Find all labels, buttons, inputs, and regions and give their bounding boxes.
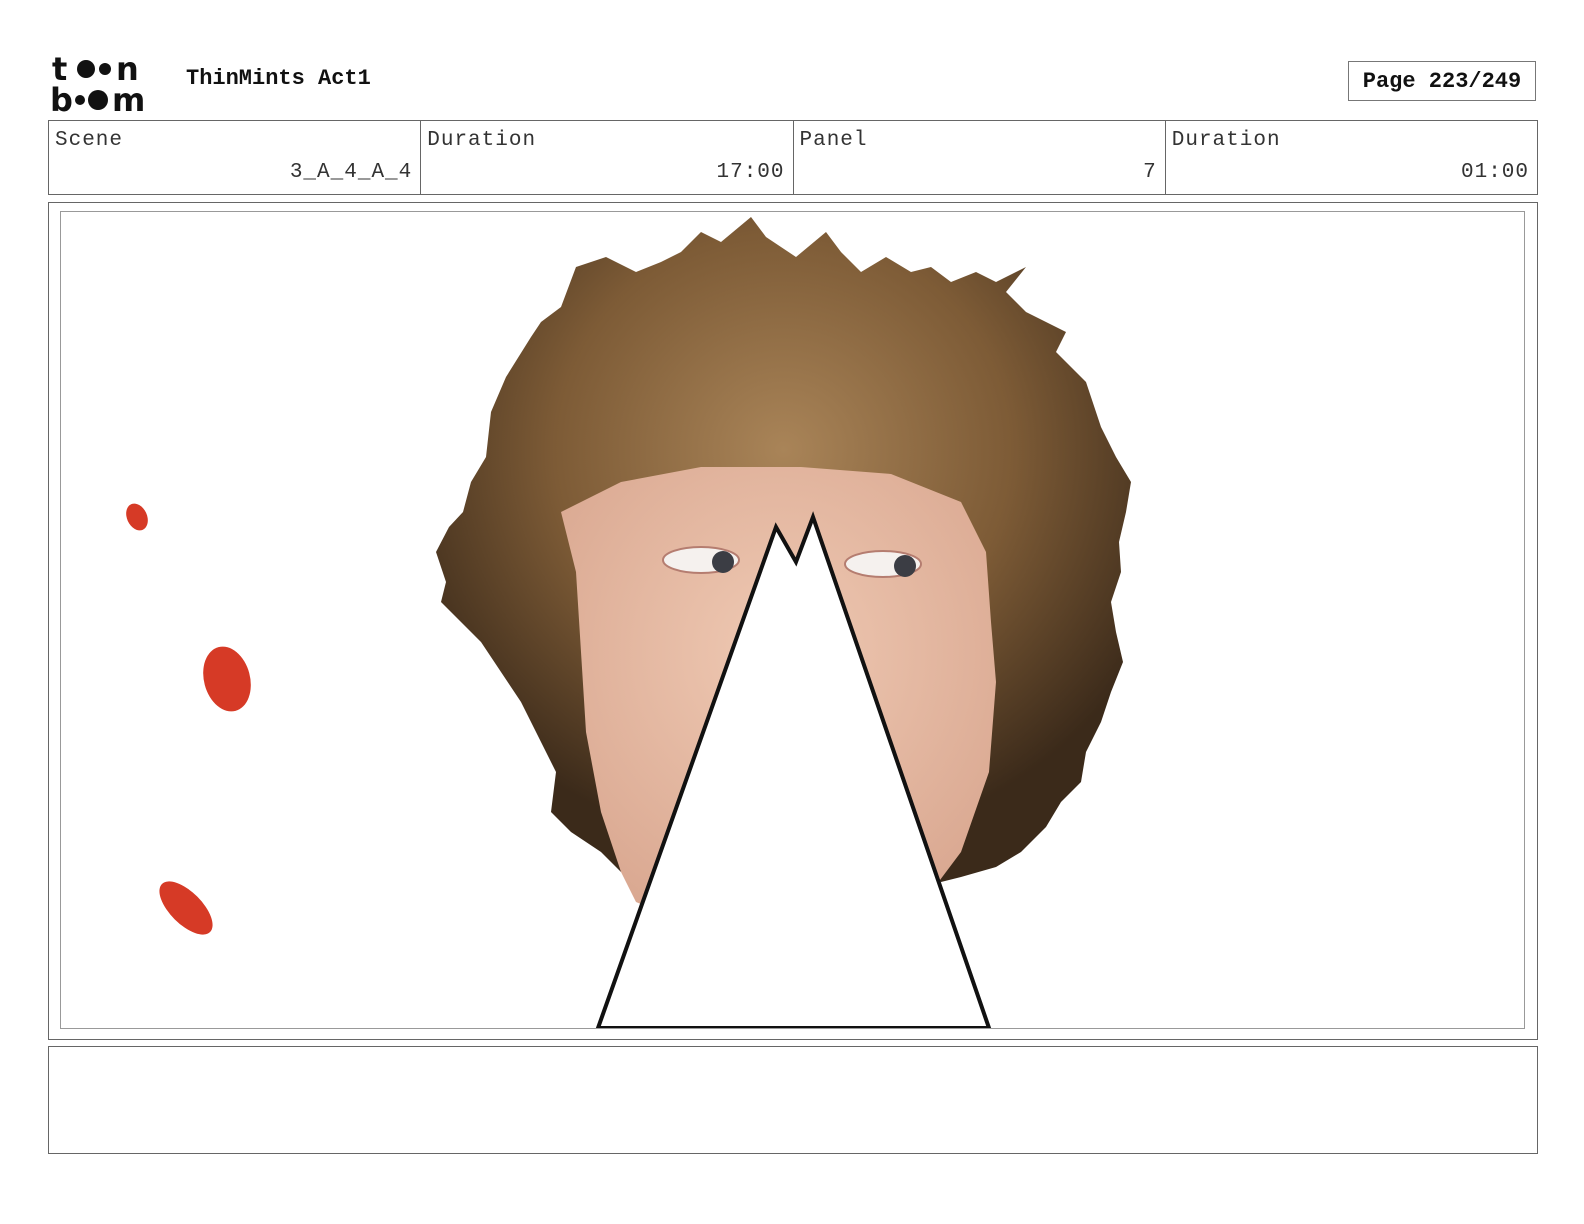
panel-value: 7 <box>1143 161 1157 184</box>
page-number: Page 223/249 <box>1348 61 1536 101</box>
panel-frame <box>48 202 1538 1040</box>
panel-duration-label: Duration <box>1171 129 1281 152</box>
scene-duration-value: 17:00 <box>716 161 785 184</box>
character-face-cutout-icon <box>126 217 1131 1028</box>
panel-cell: Panel 7 <box>794 121 1166 194</box>
scene-label: Scene <box>55 129 124 152</box>
scene-info-table: Scene 3_A_4_A_4 Duration 17:00 Panel 7 D… <box>48 120 1538 195</box>
panel-label: Panel <box>799 129 868 152</box>
scene-cell: Scene 3_A_4_A_4 <box>49 121 422 194</box>
panel-notes-box <box>48 1046 1538 1154</box>
red-blob-small <box>126 503 148 531</box>
red-blob-medium <box>203 646 251 712</box>
toon-boom-logo-icon: t n b m <box>50 50 145 114</box>
svg-text:m: m <box>112 81 145 114</box>
scene-duration-cell: Duration 17:00 <box>421 121 794 194</box>
scene-value: 3_A_4_A_4 <box>289 161 413 184</box>
panel-duration-value: 01:00 <box>1460 161 1529 184</box>
panel-duration-cell: Duration 01:00 <box>1166 121 1537 194</box>
project-title: ThinMints Act1 <box>186 66 371 91</box>
svg-text:b: b <box>50 81 73 114</box>
scene-duration-label: Duration <box>427 129 537 152</box>
red-blob-elongated <box>159 881 213 935</box>
panel-image-area <box>60 211 1525 1029</box>
